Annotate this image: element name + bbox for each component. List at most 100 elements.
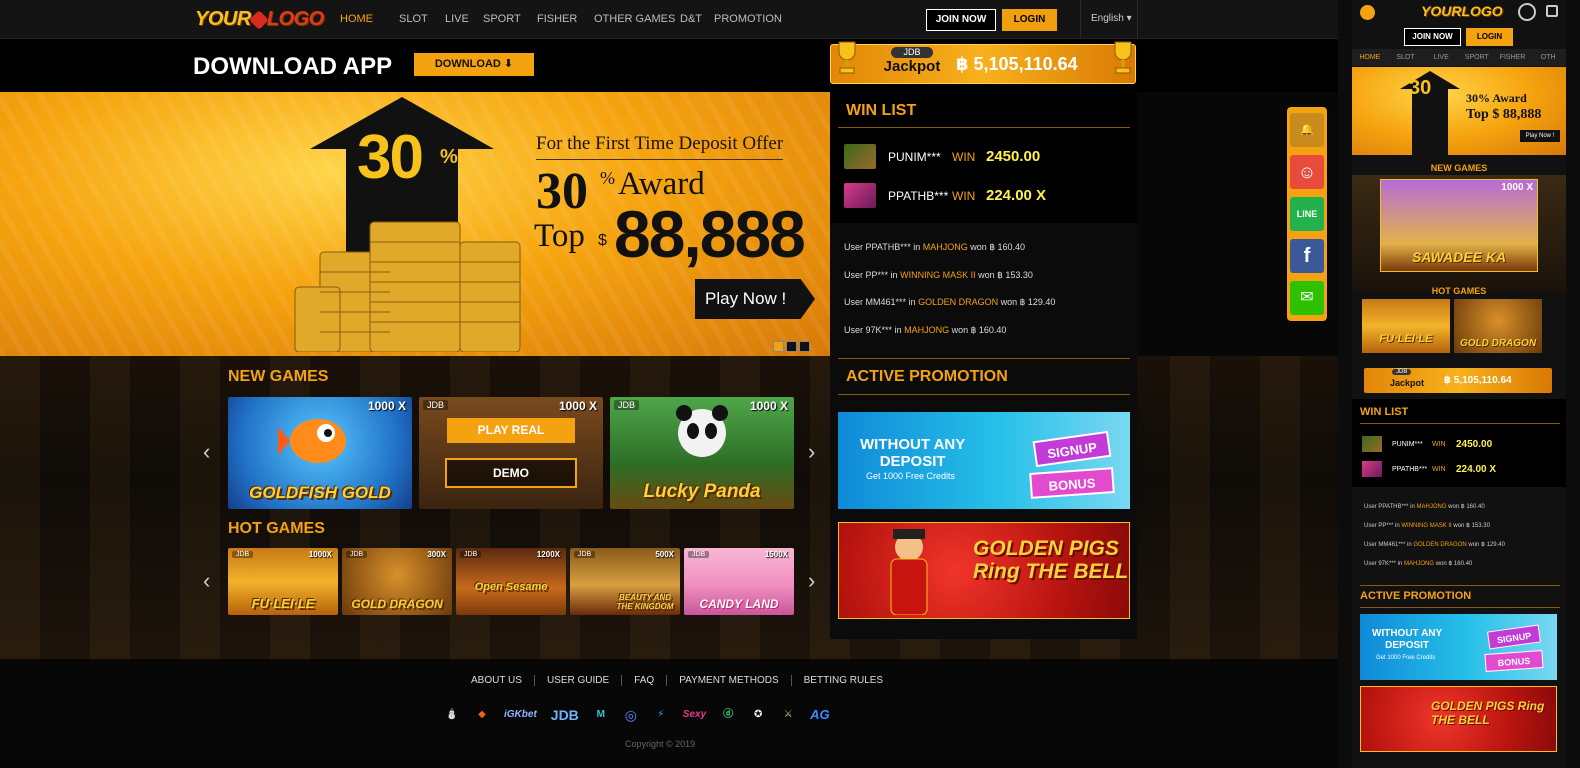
facebook-icon[interactable]: f <box>1290 239 1324 273</box>
demo-button[interactable]: DEMO <box>445 458 577 488</box>
mobile-join-button[interactable]: JOIN NOW <box>1404 28 1461 46</box>
game-card-goldfish-gold[interactable]: 1000 X GOLDFISH GOLD <box>228 397 412 509</box>
carousel-dot[interactable] <box>773 341 784 352</box>
mobile-banner-top: Top $ 88,888 <box>1466 107 1542 122</box>
hamburger-menu-icon[interactable] <box>1360 5 1375 20</box>
mobile-banner-award: 30% Award <box>1466 91 1527 105</box>
new-games-prev-arrow[interactable]: ‹ <box>203 439 210 465</box>
provider-logo[interactable]: AG <box>810 706 830 724</box>
wechat-icon[interactable]: ✉ <box>1290 281 1324 315</box>
nav-item-other-games[interactable]: OTHER GAMES <box>594 13 680 25</box>
game-card-fu-lei-le[interactable]: JDB 1000X FU·LEI·LE <box>228 548 338 615</box>
log-user: MM461*** <box>1378 542 1406 548</box>
chip-icon[interactable] <box>1518 3 1536 21</box>
hot-games-next-arrow[interactable]: › <box>808 568 815 594</box>
mobile-nav-home[interactable]: HOME <box>1352 49 1388 66</box>
mobile-logo[interactable]: YOURLOGO <box>1421 3 1503 19</box>
provider-logo[interactable]: Sexy <box>683 706 706 724</box>
jackpot-label: Jackpot <box>883 58 941 75</box>
log-amount: ฿ 160.40 <box>970 325 1007 335</box>
win-word: WIN <box>952 188 976 203</box>
promo-line-2: DEPOSIT <box>879 453 946 470</box>
provider-logo[interactable]: ◎ <box>623 706 639 724</box>
promo-card-golden-pigs[interactable]: GOLDEN PIGS Ring THE BELL <box>838 522 1130 619</box>
line-icon[interactable]: LINE <box>1290 197 1324 231</box>
mobile-nav-other[interactable]: OTH <box>1530 49 1566 66</box>
footer-link-payment[interactable]: PAYMENT METHODS <box>667 675 792 686</box>
game-card-beauty-kingdom[interactable]: JDB 500X BEAUTY AND THE KINGDOM <box>570 548 680 615</box>
carousel-dot[interactable] <box>799 341 810 352</box>
log-in-word: in <box>894 325 902 335</box>
carousel-dot[interactable] <box>786 341 797 352</box>
footer-link-about[interactable]: ABOUT US <box>466 675 535 686</box>
provider-logo[interactable]: ⚡ <box>653 706 669 724</box>
mobile-nav-sport[interactable]: SPORT <box>1459 49 1495 66</box>
game-card-hovered[interactable]: JDB 1000 X PLAY REAL DEMO <box>419 397 603 509</box>
footer-links: ABOUT US USER GUIDE FAQ PAYMENT METHODS … <box>466 675 895 686</box>
nav-item-fisher[interactable]: FISHER <box>537 13 594 25</box>
mobile-login-button[interactable]: LOGIN <box>1466 28 1513 46</box>
nav-item-sport[interactable]: SPORT <box>483 13 537 25</box>
mobile-nav-fisher[interactable]: FISHER <box>1495 49 1531 66</box>
new-games-next-arrow[interactable]: › <box>808 439 815 465</box>
footer-link-faq[interactable]: FAQ <box>622 675 668 686</box>
mobile-play-now[interactable]: Play Now ! <box>1520 130 1560 142</box>
mobile-game-card-fu-lei-le[interactable]: FU·LEI·LE <box>1362 299 1450 353</box>
mobile-banner[interactable]: 30 30% Award Top $ 88,888 Play Now ! <box>1352 67 1566 155</box>
log-user-word: User <box>1364 542 1377 548</box>
win-game-thumb <box>844 144 876 169</box>
provider-logo[interactable]: ✪ <box>750 706 766 724</box>
log-in-word: in <box>1395 523 1400 529</box>
mobile-promo-signup[interactable]: WITHOUT ANY DEPOSIT Get 1000 Free Credits… <box>1360 614 1557 680</box>
footer-link-rules[interactable]: BETTING RULES <box>792 675 895 686</box>
nav-item-live[interactable]: LIVE <box>445 13 483 25</box>
play-real-button[interactable]: PLAY REAL <box>447 418 575 443</box>
play-now-button[interactable]: Play Now ! <box>695 279 815 319</box>
provider-logo[interactable]: ⛄ <box>444 706 460 724</box>
promo-card-signup-bonus[interactable]: WITHOUT ANY DEPOSIT Get 1000 Free Credits… <box>838 412 1130 509</box>
provider-logo[interactable]: JDB <box>551 706 579 724</box>
nav-item-dt[interactable]: D&T <box>680 13 714 25</box>
site-logo[interactable]: YOUR LOGO <box>195 8 324 31</box>
panda-graphic <box>676 405 728 457</box>
mobile-game-card-sawadee-ka[interactable]: 1000 X SAWADEE KA <box>1380 179 1538 272</box>
lock-icon[interactable] <box>1546 5 1558 17</box>
provider-logo[interactable]: ◆ <box>474 706 490 724</box>
log-amount: ฿ 129.40 <box>1019 297 1056 307</box>
active-promotion-title: ACTIVE PROMOTION <box>846 368 1008 385</box>
game-card-lucky-panda[interactable]: JDB 1000 X Lucky Panda <box>610 397 794 509</box>
mobile-nav-live[interactable]: LIVE <box>1423 49 1459 66</box>
mobile-promo-golden-pigs[interactable]: GOLDEN PIGS Ring THE BELL <box>1360 686 1557 752</box>
download-title: DOWNLOAD APP <box>193 53 393 80</box>
signup-badge: SIGNUP <box>1032 430 1112 468</box>
nav-item-home[interactable]: HOME <box>340 13 399 25</box>
mobile-jackpot: JDB Jackpot ฿ 5,105,110.64 <box>1364 368 1552 393</box>
footer-link-guide[interactable]: USER GUIDE <box>535 675 623 686</box>
provider-logo[interactable]: ⚔ <box>780 706 796 724</box>
provider-logo[interactable]: M <box>593 706 609 724</box>
win-row: PUNIM*** WIN 2450.00 <box>1362 436 1492 452</box>
game-card-gold-dragon[interactable]: JDB 300X GOLD DRAGON <box>342 548 452 615</box>
bell-icon[interactable]: 🔔 <box>1290 113 1324 147</box>
login-button[interactable]: LOGIN <box>1002 9 1057 31</box>
nav-item-promotion[interactable]: PROMOTION <box>714 13 794 25</box>
mobile-log-row: User 97K*** in MAHJONG won ฿ 160.40 <box>1364 560 1472 567</box>
game-name: SAWADEE KA <box>1411 249 1507 265</box>
support-icon[interactable]: ☺ <box>1290 155 1324 189</box>
join-now-button[interactable]: JOIN NOW <box>926 9 996 31</box>
log-user-word: User <box>844 297 864 307</box>
language-select[interactable]: English ▾ <box>1091 13 1132 24</box>
game-card-candy-land[interactable]: JDB 1500X CANDY LAND <box>684 548 794 615</box>
win-amount: 2450.00 <box>986 148 1041 165</box>
mobile-game-card-gold-dragon[interactable]: GOLD DRAGON <box>1454 299 1542 353</box>
game-card-open-sesame[interactable]: JDB 1200X Open Sesame <box>456 548 566 615</box>
nav-item-slot[interactable]: SLOT <box>399 13 445 25</box>
mobile-nav-slot[interactable]: SLOT <box>1388 49 1424 66</box>
provider-logo[interactable]: iGKbet <box>504 706 537 724</box>
hot-games-prev-arrow[interactable]: ‹ <box>203 568 210 594</box>
log-in-word: in <box>890 270 898 280</box>
log-user-word: User <box>1364 523 1377 529</box>
download-button[interactable]: DOWNLOAD ⬇ <box>414 53 534 76</box>
win-user: PPATHB*** <box>1392 465 1428 473</box>
provider-logo[interactable]: ⓓ <box>720 706 736 724</box>
